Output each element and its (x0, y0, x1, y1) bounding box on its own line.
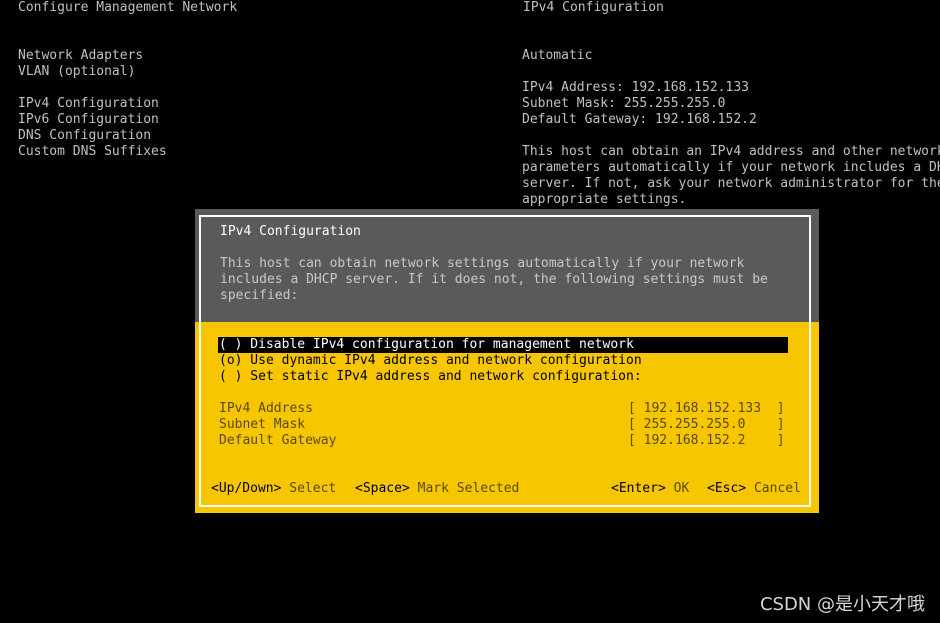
watermark: CSDN @是小天才哦 (759, 594, 925, 615)
esc-key: <Esc> (707, 481, 747, 496)
mark-selected-label: Mark Selected (417, 481, 520, 496)
ok-button[interactable]: <Enter> OK (611, 481, 689, 497)
ipv4-help-line: parameters automatically if your network… (522, 160, 940, 175)
menu-item-dns[interactable]: DNS Configuration (18, 128, 151, 144)
ipv4-help-line: This host can obtain an IPv4 address and… (522, 144, 940, 159)
default-gateway-label: Default Gateway (219, 433, 337, 448)
menu-item-network-adapters[interactable]: Network Adapters (18, 48, 143, 64)
ipv4-address-readout: IPv4 Address: 192.168.152.133 (522, 80, 749, 95)
select-label: Select (289, 481, 337, 496)
dialog-description-line: includes a DHCP server. If it does not, … (220, 272, 768, 287)
default-gateway-readout: Default Gateway: 192.168.152.2 (522, 112, 757, 127)
menu-item-ipv4[interactable]: IPv4 Configuration (18, 96, 159, 112)
default-gateway-field[interactable]: [ 192.168.152.2 ] (628, 433, 785, 449)
option-disable-ipv4[interactable]: ( ) Disable IPv4 configuration for manag… (218, 337, 788, 353)
space-key: <Space> (355, 481, 410, 496)
ipv4-help-line: appropriate settings. (522, 192, 687, 207)
ipv4-configuration-dialog: IPv4 Configuration This host can obtain … (195, 209, 819, 513)
subnet-mask-readout: Subnet Mask: 255.255.255.0 (522, 96, 726, 111)
dialog-description-line: This host can obtain network settings au… (220, 256, 745, 271)
hint-mark-selected: <Space> Mark Selected (355, 481, 519, 497)
ipv4-mode: Automatic (522, 48, 593, 63)
option-dynamic-ipv4[interactable]: (o) Use dynamic IPv4 address and network… (219, 353, 642, 369)
cancel-label: Cancel (753, 481, 801, 496)
subnet-mask-label: Subnet Mask (219, 417, 306, 432)
menu-item-dns-suffixes[interactable]: Custom DNS Suffixes (18, 144, 167, 160)
subnet-mask-field[interactable]: [ 255.255.255.0 ] (628, 417, 785, 433)
dialog-description-line: specified: (220, 288, 299, 303)
menu-item-vlan[interactable]: VLAN (optional) (18, 64, 135, 80)
right-pane-details: Automatic IPv4 Address: 192.168.152.133 … (522, 0, 940, 210)
left-pane-title: Configure Management Network (18, 0, 238, 15)
ipv4-address-label: IPv4 Address (219, 401, 313, 416)
hint-select: <Up/Down> Select (211, 481, 336, 497)
cancel-button[interactable]: <Esc> Cancel (707, 481, 801, 497)
ok-label: OK (673, 481, 690, 496)
up-down-key: <Up/Down> (211, 481, 282, 496)
dialog-title: IPv4 Configuration (220, 224, 361, 239)
menu-item-ipv6[interactable]: IPv6 Configuration (18, 112, 159, 128)
enter-key: <Enter> (611, 481, 666, 496)
option-static-ipv4[interactable]: ( ) Set static IPv4 address and network … (219, 369, 642, 385)
ipv4-address-field[interactable]: [ 192.168.152.133 ] (628, 401, 785, 417)
ipv4-help-line: server. If not, ask your network adminis… (522, 176, 940, 191)
